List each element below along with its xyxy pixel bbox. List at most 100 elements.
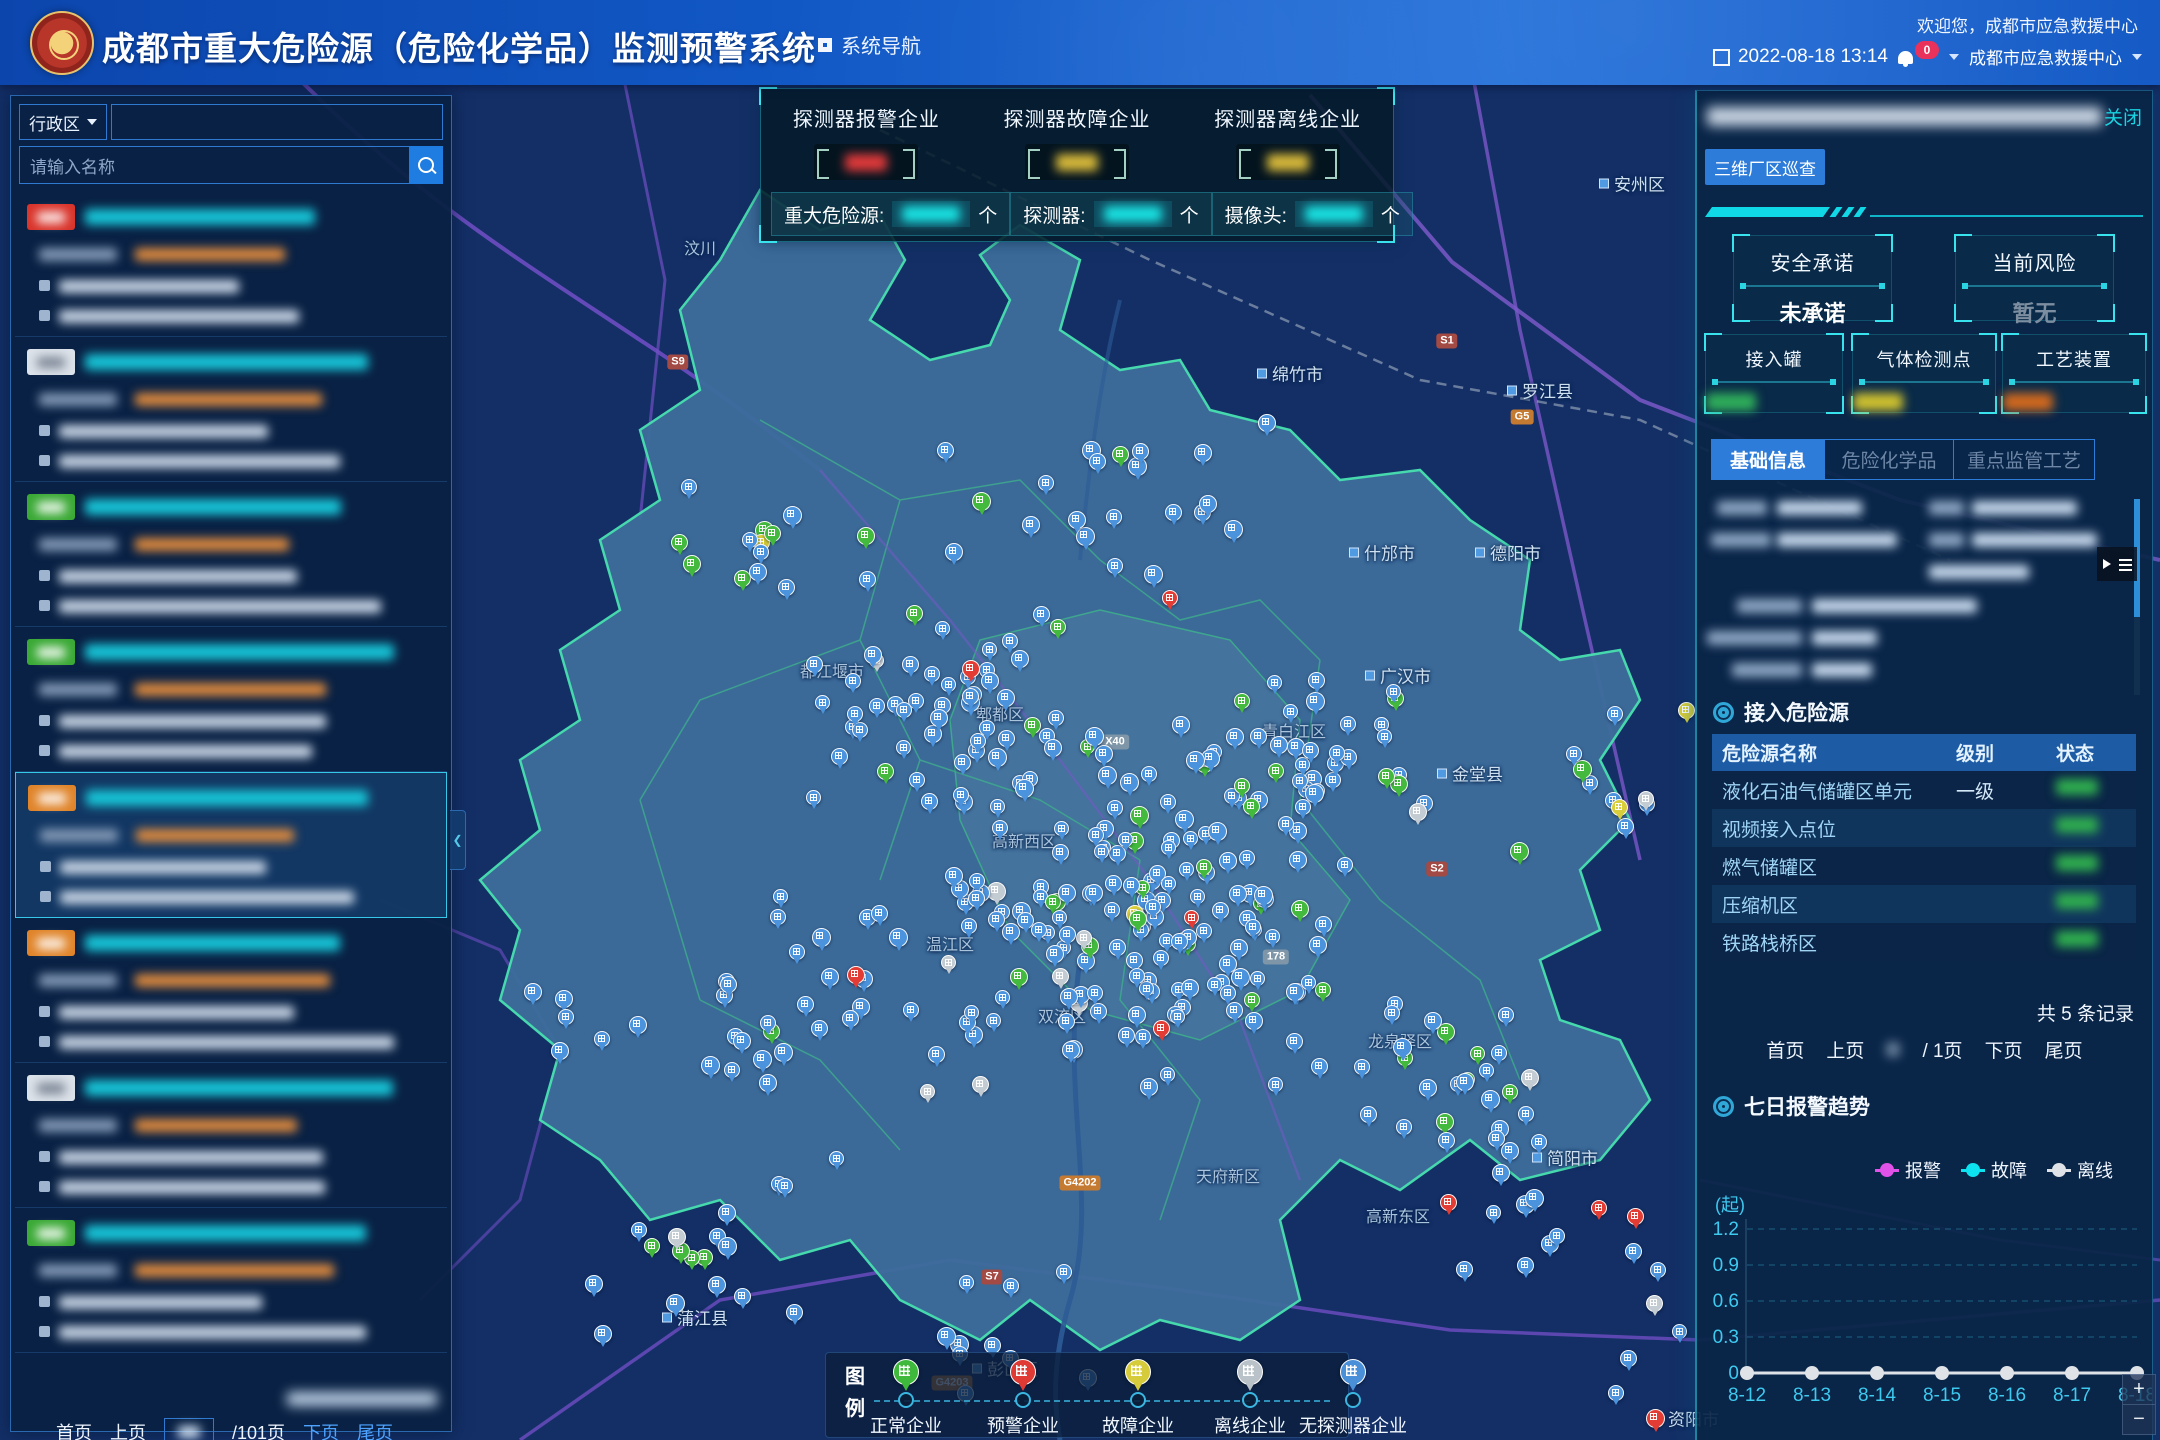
enterprise-pin-nodetector[interactable] [1315,916,1332,933]
enterprise-pin-nodetector[interactable] [921,793,938,810]
enterprise-pin-nodetector[interactable] [970,733,986,749]
enterprise-pin-nodetector[interactable] [1301,975,1316,990]
enterprise-pin-nodetector[interactable] [681,479,697,495]
enterprise-pin-nodetector[interactable] [760,1015,776,1031]
enterprise-pin-nodetector[interactable] [718,1237,737,1256]
enterprise-pin-nodetector[interactable] [964,1005,979,1020]
panel-expand-icon[interactable] [2097,547,2137,581]
enterprise-pin-nodetector[interactable] [1118,832,1133,847]
enterprise-pin-nodetector[interactable] [1033,606,1050,623]
pagination-first[interactable]: 首页 [56,1419,92,1440]
enterprise-pin-nodetector[interactable] [1170,1009,1185,1024]
enterprise-pin-ok[interactable] [1024,717,1041,734]
enterprise-pin-nodetector[interactable] [1052,844,1069,861]
search-button[interactable] [409,146,443,184]
enterprise-pin-nodetector[interactable] [847,706,863,722]
enterprise-pin-nodetector[interactable] [1354,1059,1370,1075]
enterprise-pin-ok[interactable] [1244,992,1260,1008]
enterprise-pin-nodetector[interactable] [1245,919,1261,935]
enterprise-pin-nodetector[interactable] [1054,821,1069,836]
enterprise-pin-nodetector[interactable] [1419,1079,1437,1097]
table-row[interactable]: 液化石油气储罐区单元一级 [1712,771,2136,809]
sidebar-collapse-handle[interactable]: ❮ [450,810,466,870]
enterprise-pin-ok[interactable] [683,555,701,573]
enterprise-pin-nodetector[interactable] [954,754,971,771]
enterprise-pin-nodetector[interactable] [968,890,985,907]
enterprise-pin-nodetector[interactable] [733,1032,751,1050]
legend-item-报警[interactable]: 报警 [1875,1157,1941,1183]
enterprise-pin-nodetector[interactable] [871,905,888,922]
enterprise-pin-nodetector[interactable] [1329,745,1345,761]
enterprise-pin-nodetector[interactable] [1607,706,1623,722]
enterprise-pin-nodetector[interactable] [1128,1006,1146,1024]
enterprise-pin-nodetector[interactable] [1258,414,1276,432]
enterprise-pin-nodetector[interactable] [903,1002,919,1018]
enterprise-list-item[interactable] [15,337,447,482]
enterprise-pin-nodetector[interactable] [1048,710,1064,726]
enterprise-pin-ok[interactable] [1502,1084,1518,1100]
enterprise-list-item[interactable] [15,772,447,918]
enterprise-pin-nodetector[interactable] [998,730,1015,747]
enterprise-pin-nodetector[interactable] [773,889,788,904]
enterprise-pin-alarm[interactable] [1591,1200,1607,1216]
enterprise-pin-nodetector[interactable] [997,689,1015,707]
enterprise-pin-nodetector[interactable] [1566,746,1582,762]
enterprise-pin-offline[interactable] [668,1228,686,1246]
enterprise-pin-nodetector[interactable] [1226,728,1244,746]
enterprise-pin-ok[interactable] [644,1238,660,1254]
enterprise-pin-nodetector[interactable] [969,873,985,889]
enterprise-pin-nodetector[interactable] [1283,704,1298,719]
enterprise-pin-ok[interactable] [906,605,923,622]
enterprise-pin-nodetector[interactable] [701,1056,720,1075]
enterprise-pin-nodetector[interactable] [859,571,876,588]
enterprise-pin-nodetector[interactable] [1175,810,1194,829]
system-nav-button[interactable]: 系统导航 [818,30,921,59]
enterprise-pin-offline[interactable] [1076,930,1092,946]
enterprise-pin-nodetector[interactable] [1038,475,1054,491]
enterprise-pin-nodetector[interactable] [1212,902,1229,919]
enterprise-pin-nodetector[interactable] [720,976,737,993]
enterprise-pin-nodetector[interactable] [1085,727,1104,746]
enterprise-pin-nodetector[interactable] [1231,968,1250,987]
enterprise-pin-nodetector[interactable] [1179,862,1194,877]
pagination-last[interactable]: 尾页 [2045,1036,2083,1063]
enterprise-pin-nodetector[interactable] [1129,968,1145,984]
enterprise-pin-offline[interactable] [941,955,956,970]
enterprise-pin-nodetector[interactable] [524,983,542,1001]
enterprise-pin-ok[interactable] [764,525,781,542]
enterprise-pin-ok[interactable] [1436,1113,1454,1131]
enterprise-pin-nodetector[interactable] [1031,922,1047,938]
enterprise-pin-ok[interactable] [1470,1046,1485,1061]
enterprise-list-item[interactable] [15,1063,447,1208]
pagination-next[interactable]: 下页 [1985,1036,2023,1063]
enterprise-pin-nodetector[interactable] [1161,876,1176,891]
enterprise-pin-nodetector[interactable] [1145,899,1161,915]
enterprise-pin-nodetector[interactable] [889,928,908,947]
enterprise-pin-nodetector[interactable] [1052,910,1067,925]
enterprise-pin-ok[interactable] [877,763,894,780]
enterprise-pin-nodetector[interactable] [718,1204,736,1222]
enterprise-pin-nodetector[interactable] [1120,773,1139,792]
enterprise-pin-nodetector[interactable] [1245,1012,1263,1030]
enterprise-pin-nodetector[interactable] [1126,952,1143,969]
enterprise-pin-alarm[interactable] [1440,1194,1457,1211]
enterprise-pin-nodetector[interactable] [1165,504,1182,521]
enterprise-pin-nodetector[interactable] [789,944,805,960]
table-row[interactable]: 铁路栈桥区 [1712,923,2136,961]
enterprise-pin-ok[interactable] [1378,768,1395,785]
enterprise-pin-nodetector[interactable] [1608,1385,1624,1401]
enterprise-pin-nodetector[interactable] [869,698,885,714]
enterprise-pin-nodetector[interactable] [797,996,814,1013]
enterprise-pin-nodetector[interactable] [1089,453,1106,470]
enterprise-pin-nodetector[interactable] [1518,1106,1534,1122]
enterprise-pin-nodetector[interactable] [937,442,954,459]
enterprise-pin-nodetector[interactable] [558,1009,574,1025]
enterprise-pin-nodetector[interactable] [1208,822,1227,841]
enterprise-pin-nodetector[interactable] [1161,840,1176,855]
enterprise-pin-nodetector[interactable] [753,544,769,560]
table-row[interactable]: 压缩机区 [1712,885,2136,923]
enterprise-pin-ok[interactable] [857,527,875,545]
enterprise-pin-nodetector[interactable] [1109,939,1126,956]
enterprise-pin-nodetector[interactable] [1377,729,1392,744]
enterprise-pin-nodetector[interactable] [1058,884,1076,902]
